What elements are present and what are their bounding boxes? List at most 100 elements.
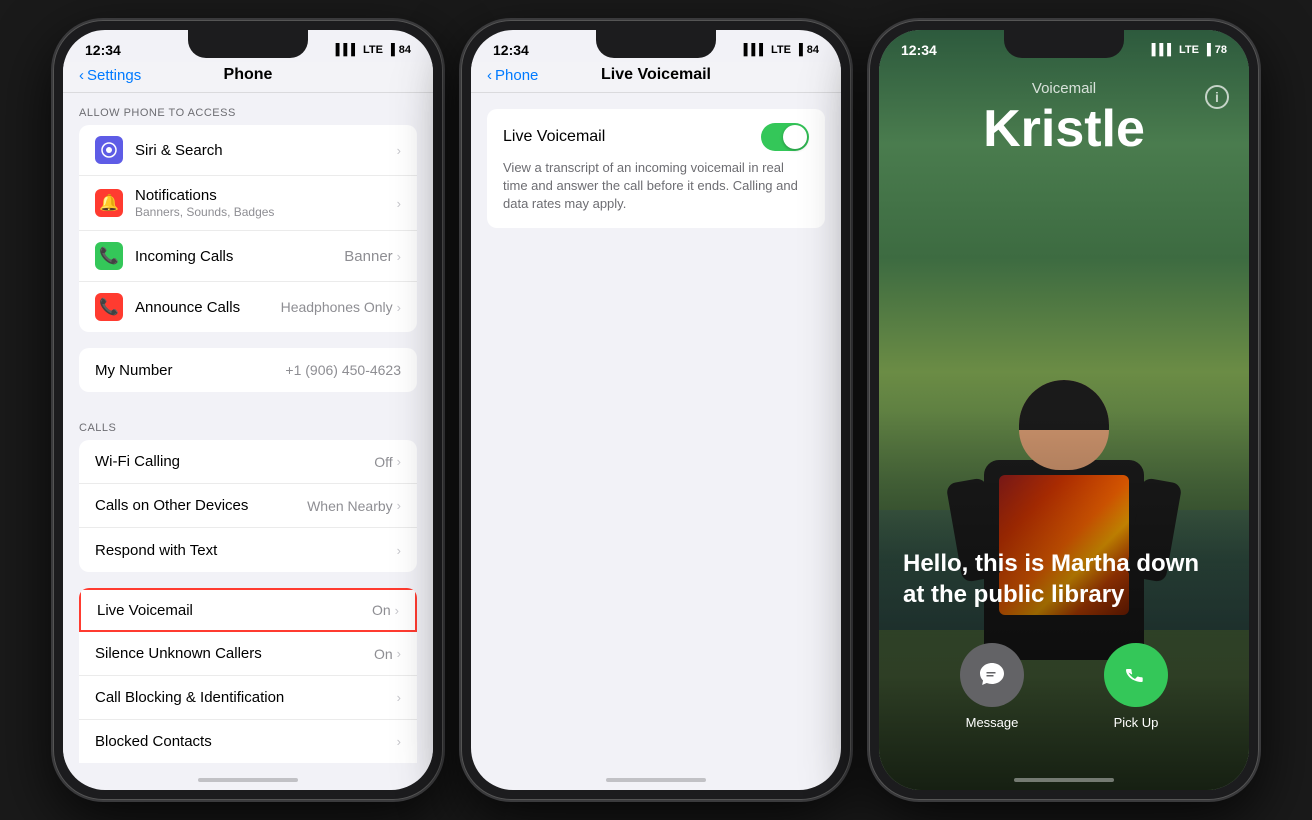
phone-frame-1: 12:34 ▌▌▌ LTE ▐ 84 ‹ Settings Phone ALLO…: [53, 20, 443, 800]
announce-calls-chevron: ›: [397, 300, 401, 315]
row-call-blocking[interactable]: Call Blocking & Identification ›: [79, 676, 417, 720]
carrier-label-2: LTE: [771, 44, 791, 56]
call-blocking-content: Call Blocking & Identification: [95, 689, 397, 706]
announce-calls-value: Headphones Only: [281, 299, 393, 315]
row-notifications[interactable]: 🔔 Notifications Banners, Sounds, Badges …: [79, 176, 417, 231]
row-blocked-contacts[interactable]: Blocked Contacts ›: [79, 720, 417, 763]
settings-group-mynumber: My Number +1 (906) 450-4623: [79, 348, 417, 392]
caller-name: Kristle: [879, 103, 1249, 155]
calls-other-devices-value: When Nearby: [307, 498, 393, 514]
pickup-btn-circle: [1104, 643, 1168, 707]
blocked-contacts-right: ›: [397, 734, 401, 749]
pickup-button[interactable]: Pick Up: [1104, 643, 1168, 730]
row-wifi-calling[interactable]: Wi-Fi Calling Off ›: [79, 440, 417, 484]
status-time-2: 12:34: [493, 42, 529, 58]
nav-title-2: Live Voicemail: [601, 66, 711, 84]
calls-other-devices-title: Calls on Other Devices: [95, 497, 307, 514]
info-icon[interactable]: i: [1205, 85, 1229, 109]
phone-screen-3: 12:34 ▌▌▌ LTE ▐ 78 i Voicemail Kristle H…: [879, 30, 1249, 790]
announce-calls-content: Announce Calls: [135, 299, 281, 316]
voicemail-text: Hello, this is Martha down at the public…: [903, 548, 1225, 610]
section-header-allow: ALLOW PHONE TO ACCESS: [63, 93, 433, 125]
live-voicemail-card: Live Voicemail View a transcript of an i…: [487, 109, 825, 228]
call-actions: Message Pick Up: [879, 643, 1249, 730]
signal-icon-2: ▌▌▌: [744, 44, 767, 56]
battery-level-1: 84: [399, 44, 411, 56]
notch-1: [188, 30, 308, 58]
battery-icon-2: ▐: [795, 44, 803, 56]
incoming-calls-chevron: ›: [397, 249, 401, 264]
row-incoming-calls[interactable]: 📞 Incoming Calls Banner ›: [79, 231, 417, 282]
signal-icon-3: ▌▌▌: [1152, 44, 1175, 56]
respond-text-content: Respond with Text: [95, 542, 397, 559]
my-number-content: My Number: [95, 362, 285, 379]
silence-unknown-value: On: [374, 646, 393, 662]
respond-text-right: ›: [397, 543, 401, 558]
row-announce-calls[interactable]: 📞 Announce Calls Headphones Only ›: [79, 282, 417, 332]
notifications-content: Notifications Banners, Sounds, Badges: [135, 187, 397, 219]
live-voicemail-value: On: [372, 602, 391, 618]
phone-frame-2: 12:34 ▌▌▌ LTE ▐ 84 ‹ Phone Live Voicemai…: [461, 20, 851, 800]
live-voicemail-toggle[interactable]: [761, 123, 809, 151]
siri-content: Siri & Search: [135, 142, 397, 159]
live-voicemail-title-s1: Live Voicemail: [97, 602, 372, 619]
call-header: Voicemail Kristle: [879, 80, 1249, 155]
settings-group-calls: Wi-Fi Calling Off › Calls on Other Devic…: [79, 440, 417, 572]
settings-group-allow: Siri & Search › 🔔 Notifications Banners,…: [79, 125, 417, 332]
wifi-calling-title: Wi-Fi Calling: [95, 453, 374, 470]
battery-level-2: 84: [807, 44, 819, 56]
row-silence-unknown[interactable]: Silence Unknown Callers On ›: [79, 632, 417, 676]
my-number-title: My Number: [95, 362, 285, 379]
announce-calls-icon: 📞: [95, 293, 123, 321]
battery-level-3: 78: [1215, 44, 1227, 56]
battery-icon-1: ▐: [387, 44, 395, 56]
settings-content-1: ALLOW PHONE TO ACCESS Siri & Search ›: [63, 93, 433, 763]
wifi-calling-value: Off: [374, 454, 392, 470]
live-voicemail-content: Live Voicemail: [97, 602, 372, 619]
siri-right: ›: [397, 143, 401, 158]
call-blocking-right: ›: [397, 690, 401, 705]
silence-unknown-content: Silence Unknown Callers: [95, 645, 374, 662]
row-calls-other-devices[interactable]: Calls on Other Devices When Nearby ›: [79, 484, 417, 528]
my-number-value: +1 (906) 450-4623: [285, 362, 401, 378]
message-label: Message: [966, 715, 1019, 730]
row-siri[interactable]: Siri & Search ›: [79, 125, 417, 176]
incoming-calls-value: Banner: [344, 248, 392, 265]
incoming-call-screen: 12:34 ▌▌▌ LTE ▐ 78 i Voicemail Kristle H…: [879, 30, 1249, 790]
back-label-1: Settings: [87, 67, 141, 84]
notch-2: [596, 30, 716, 58]
phone-frame-3: 12:34 ▌▌▌ LTE ▐ 78 i Voicemail Kristle H…: [869, 20, 1259, 800]
live-voicemail-card-title: Live Voicemail: [503, 128, 605, 146]
back-label-2: Phone: [495, 67, 538, 84]
toggle-knob: [783, 125, 807, 149]
signal-icon-1: ▌▌▌: [336, 44, 359, 56]
notifications-title: Notifications: [135, 187, 397, 204]
notch-3: [1004, 30, 1124, 58]
home-indicator-2: [606, 778, 706, 782]
row-my-number[interactable]: My Number +1 (906) 450-4623: [79, 348, 417, 392]
calls-other-devices-right: When Nearby ›: [307, 498, 401, 514]
message-button[interactable]: Message: [960, 643, 1024, 730]
home-indicator-1: [198, 778, 298, 782]
live-voicemail-description: View a transcript of an incoming voicema…: [503, 159, 809, 214]
notifications-subtitle: Banners, Sounds, Badges: [135, 205, 397, 219]
message-btn-circle: [960, 643, 1024, 707]
voicemail-label: Voicemail: [879, 80, 1249, 97]
phone-screen-2: 12:34 ▌▌▌ LTE ▐ 84 ‹ Phone Live Voicemai…: [471, 30, 841, 790]
pickup-label: Pick Up: [1114, 715, 1159, 730]
nav-back-2[interactable]: ‹ Phone: [487, 67, 538, 84]
battery-icon-3: ▐: [1203, 44, 1211, 56]
incoming-calls-title: Incoming Calls: [135, 248, 344, 265]
nav-back-1[interactable]: ‹ Settings: [79, 67, 141, 84]
announce-calls-right: Headphones Only ›: [281, 299, 401, 315]
section-header-calls: CALLS: [63, 408, 433, 440]
calls-other-devices-content: Calls on Other Devices: [95, 497, 307, 514]
status-icons-2: ▌▌▌ LTE ▐ 84: [744, 44, 819, 56]
live-voicemail-row: Live Voicemail: [503, 123, 809, 151]
row-respond-with-text[interactable]: Respond with Text ›: [79, 528, 417, 572]
back-chevron-1: ‹: [79, 67, 84, 84]
row-live-voicemail[interactable]: Live Voicemail On ›: [79, 588, 417, 632]
notifications-icon: 🔔: [95, 189, 123, 217]
incoming-calls-icon: 📞: [95, 242, 123, 270]
settings-group-voicemail: Live Voicemail On › Silence Unknown Call…: [79, 588, 417, 763]
